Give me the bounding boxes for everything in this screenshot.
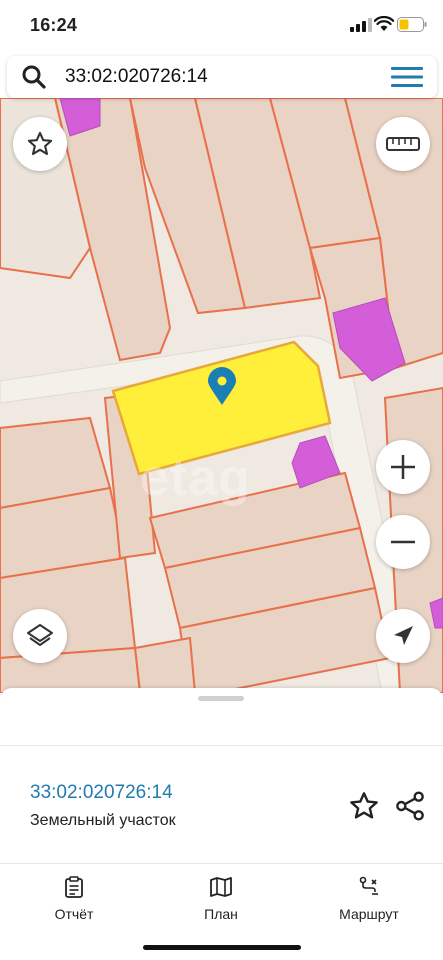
hamburger-menu-icon[interactable] <box>391 66 423 88</box>
search-input[interactable] <box>65 66 365 88</box>
share-icon[interactable] <box>394 790 426 822</box>
nav-label-plan: План <box>204 906 238 922</box>
signal-icon <box>350 18 372 32</box>
locate-button[interactable] <box>376 609 430 663</box>
minus-icon <box>391 540 415 544</box>
sheet-drag-handle[interactable] <box>198 696 244 701</box>
sheet-divider <box>0 745 443 746</box>
cadastral-number[interactable]: 33:02:020726:14 <box>30 782 173 804</box>
nav-label-report: Отчёт <box>54 906 94 922</box>
object-type-label: Земельный участок <box>30 812 176 829</box>
ruler-icon <box>386 137 420 151</box>
map-view[interactable]: etag <box>0 98 443 693</box>
search-bar[interactable] <box>7 56 437 98</box>
zoom-in-button[interactable] <box>376 440 430 494</box>
cadastral-map[interactable] <box>0 98 443 693</box>
ruler-button[interactable] <box>376 117 430 171</box>
map-watermark: etag <box>140 449 251 507</box>
status-time: 16:24 <box>30 15 78 35</box>
report-icon <box>65 876 83 898</box>
favorite-button[interactable] <box>13 117 67 171</box>
star-icon[interactable] <box>348 790 380 822</box>
zoom-out-button[interactable] <box>376 515 430 569</box>
star-icon <box>27 131 53 155</box>
navigation-arrow-icon <box>394 626 413 645</box>
nav-item-plan[interactable]: План <box>166 876 276 922</box>
layers-button[interactable] <box>13 609 67 663</box>
layers-icon <box>27 624 53 646</box>
map-icon <box>210 877 232 897</box>
nav-item-report[interactable]: Отчёт <box>19 876 129 922</box>
object-info-sheet[interactable]: 33:02:020726:14 Земельный участок <box>0 688 443 868</box>
search-icon[interactable] <box>21 64 47 90</box>
nav-label-route: Маршрут <box>339 906 399 922</box>
home-indicator <box>143 945 301 950</box>
status-bar: 16:24 <box>0 0 443 52</box>
plus-icon <box>391 455 415 479</box>
sheet-bottom-divider <box>0 863 443 864</box>
battery-icon <box>397 17 427 32</box>
nav-item-route[interactable]: Маршрут <box>314 876 424 922</box>
route-icon <box>359 876 378 895</box>
wifi-icon <box>374 16 394 31</box>
